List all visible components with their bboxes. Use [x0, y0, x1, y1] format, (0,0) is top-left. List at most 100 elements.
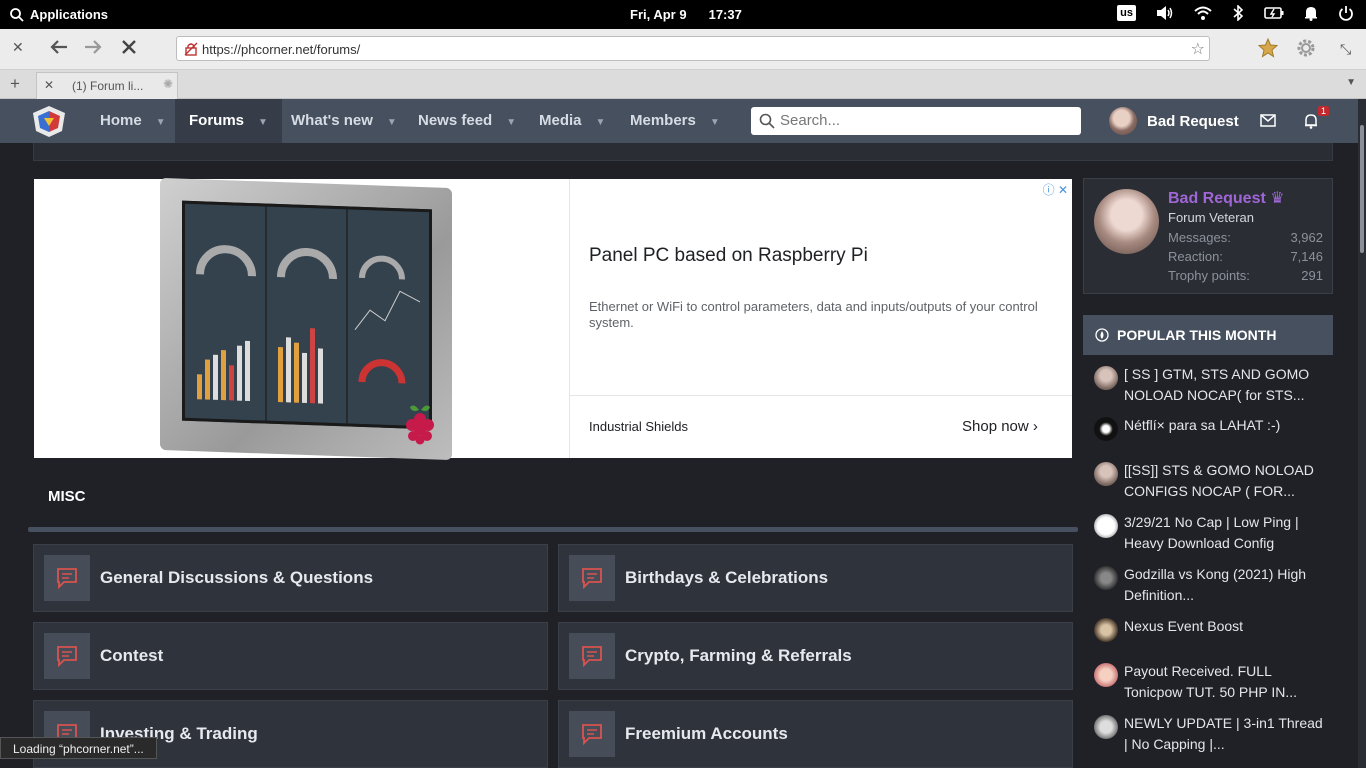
chat-bubble-icon: [582, 646, 602, 668]
popular-item-title[interactable]: [[SS]] STS & GOMO NOLOAD CONFIGS NOCAP (…: [1124, 460, 1324, 502]
back-arrow-icon[interactable]: [50, 39, 68, 60]
popular-item-title[interactable]: [ SS ] GTM, STS AND GOMO NOLOAD NOCAP( f…: [1124, 364, 1324, 406]
date-text: Fri, Apr 9: [630, 7, 687, 22]
stat-trophy-points[interactable]: Trophy points: 291: [1168, 268, 1323, 283]
forum-node[interactable]: Birthdays & Celebrations: [558, 544, 1073, 612]
keyboard-layout-indicator[interactable]: us: [1117, 5, 1136, 21]
ad-divider: [569, 179, 570, 458]
avatar[interactable]: [1094, 189, 1159, 254]
avatar: [1094, 663, 1118, 687]
chevron-right-icon: ›: [1032, 418, 1038, 435]
notification-bell-icon[interactable]: [1304, 5, 1318, 21]
scrollbar-thumb[interactable]: [1360, 125, 1364, 253]
popular-item-title[interactable]: 3/29/21 No Cap | Low Ping | Heavy Downlo…: [1124, 512, 1324, 554]
forum-node-icon-box: [569, 633, 615, 679]
url-text: https://phcorner.net/forums/: [202, 42, 361, 57]
nav-media[interactable]: Media ▼: [539, 99, 605, 143]
category-title-misc[interactable]: MISC: [48, 488, 86, 505]
search-icon: [759, 113, 775, 129]
tab-bar: + ✕ (1) Forum li... ✺ ▼: [0, 70, 1366, 99]
nav-whats-new[interactable]: What's new ▼: [291, 99, 397, 143]
profile-role: Forum Veteran: [1168, 210, 1254, 225]
website-viewport: Home ▼ Forums ▼ What's new ▼ News feed ▼ Med…: [0, 99, 1366, 768]
forum-node[interactable]: Crypto, Farming & Referrals: [558, 622, 1073, 690]
page-scrollbar[interactable]: [1358, 99, 1366, 768]
site-logo[interactable]: [32, 105, 66, 138]
ad-choices-icon[interactable]: ⓘ ✕: [1043, 181, 1068, 198]
bluetooth-icon[interactable]: [1232, 5, 1244, 21]
forum-node[interactable]: Contest: [33, 622, 548, 690]
popular-item-title[interactable]: Payout Received. FULL Tonicpow TUT. 50 P…: [1124, 661, 1324, 703]
ad-title[interactable]: Panel PC based on Raspberry Pi: [589, 245, 868, 267]
breadcrumb-strip: [33, 143, 1333, 161]
system-tray: us: [1117, 5, 1354, 21]
chat-bubble-icon: [57, 568, 77, 590]
ad-shop-now-button[interactable]: Shop now ›: [962, 418, 1038, 435]
close-tab-icon[interactable]: ✕: [44, 78, 54, 92]
forum-node[interactable]: Freemium Accounts: [558, 700, 1073, 768]
nav-home[interactable]: Home ▼: [100, 99, 166, 143]
advertisement[interactable]: ⓘ ✕ Panel PC based on Raspberry Pi Ether…: [34, 177, 1072, 461]
popular-item-title[interactable]: Nétflí× para sa LAHAT :-): [1124, 415, 1324, 436]
user-menu[interactable]: Bad Request: [1109, 107, 1239, 135]
alerts-bell-icon[interactable]: [1304, 113, 1318, 129]
nav-news-feed[interactable]: News feed ▼: [418, 99, 516, 143]
system-top-bar: Applications Fri, Apr 9 17:37 us: [0, 0, 1366, 29]
avatar: [1109, 107, 1137, 135]
browser-status-bar: Loading “phcorner.net”...: [0, 737, 157, 759]
stat-reaction[interactable]: Reaction: 7,146: [1168, 249, 1323, 264]
tab-list-chevron-down-icon[interactable]: ▼: [1346, 77, 1356, 88]
volume-icon[interactable]: [1156, 5, 1174, 21]
wifi-icon[interactable]: [1194, 5, 1212, 21]
tab-title: (1) Forum li...: [72, 79, 144, 93]
chevron-down-icon[interactable]: ▼: [156, 117, 166, 128]
url-bar[interactable]: https://phcorner.net/forums/ ☆: [176, 36, 1210, 61]
power-icon[interactable]: [1338, 5, 1354, 21]
chevron-down-icon[interactable]: ▼: [506, 117, 516, 128]
new-tab-plus-icon[interactable]: +: [10, 74, 20, 94]
avatar: [1094, 462, 1118, 486]
insecure-lock-icon[interactable]: [184, 42, 198, 56]
forum-node-title[interactable]: Freemium Accounts: [625, 724, 788, 744]
restore-window-icon[interactable]: ⤡: [1340, 41, 1351, 58]
chevron-down-icon[interactable]: ▼: [387, 117, 397, 128]
forum-node-title[interactable]: Contest: [100, 646, 163, 666]
ad-description: Ethernet or WiFi to control parameters, …: [589, 299, 1038, 330]
raspberry-pi-logo: [406, 405, 434, 445]
forum-node-title[interactable]: Crypto, Farming & Referrals: [625, 646, 852, 666]
ad-product-image[interactable]: [34, 177, 569, 461]
avatar: [1094, 566, 1118, 590]
stat-messages[interactable]: Messages: 3,962: [1168, 230, 1323, 245]
bookmark-star-icon[interactable]: ☆: [1191, 39, 1205, 59]
nav-forums[interactable]: Forums ▼: [175, 99, 282, 143]
close-window-icon[interactable]: ✕: [12, 39, 24, 56]
site-navigation: Home ▼ Forums ▼ What's new ▼ News feed ▼ Med…: [0, 99, 1358, 143]
applications-menu[interactable]: Applications: [10, 7, 108, 22]
tab-forum-list[interactable]: ✕ (1) Forum li... ✺: [36, 72, 178, 99]
popular-item-title[interactable]: Godzilla vs Kong (2021) High Definition.…: [1124, 564, 1324, 606]
stop-loading-icon[interactable]: [121, 39, 137, 60]
chevron-down-icon[interactable]: ▼: [596, 117, 606, 128]
chat-bubble-icon: [57, 646, 77, 668]
forward-arrow-icon[interactable]: [84, 39, 102, 60]
chevron-down-icon[interactable]: ▼: [258, 117, 268, 128]
settings-gear-icon[interactable]: [1295, 37, 1317, 64]
popular-item-title[interactable]: NEWLY UPDATE | 3-in1 Thread | No Capping…: [1124, 713, 1324, 755]
battery-icon[interactable]: [1264, 6, 1284, 20]
extension-icon[interactable]: [1257, 37, 1279, 64]
site-search-input[interactable]: Search...: [751, 107, 1081, 135]
popular-widget-title: POPULAR THIS MONTH: [1117, 327, 1277, 343]
forum-node-title[interactable]: Birthdays & Celebrations: [625, 568, 828, 588]
chevron-down-icon[interactable]: ▼: [710, 117, 720, 128]
inbox-envelope-icon[interactable]: [1260, 114, 1276, 127]
clock[interactable]: Fri, Apr 9 17:37: [630, 7, 742, 22]
popular-item-title[interactable]: Nexus Event Boost: [1124, 616, 1324, 637]
ad-advertiser: Industrial Shields: [589, 419, 688, 434]
browser-toolbar: ✕ https://phcorner.net/forums/ ☆ ⤡: [0, 29, 1366, 70]
forum-node-title[interactable]: General Discussions & Questions: [100, 568, 373, 588]
popular-widget-header: POPULAR THIS MONTH: [1083, 315, 1333, 355]
forum-node[interactable]: General Discussions & Questions: [33, 544, 548, 612]
category-divider: [28, 527, 1078, 532]
nav-members[interactable]: Members ▼: [630, 99, 720, 143]
profile-username[interactable]: Bad Request ♛: [1168, 188, 1285, 208]
